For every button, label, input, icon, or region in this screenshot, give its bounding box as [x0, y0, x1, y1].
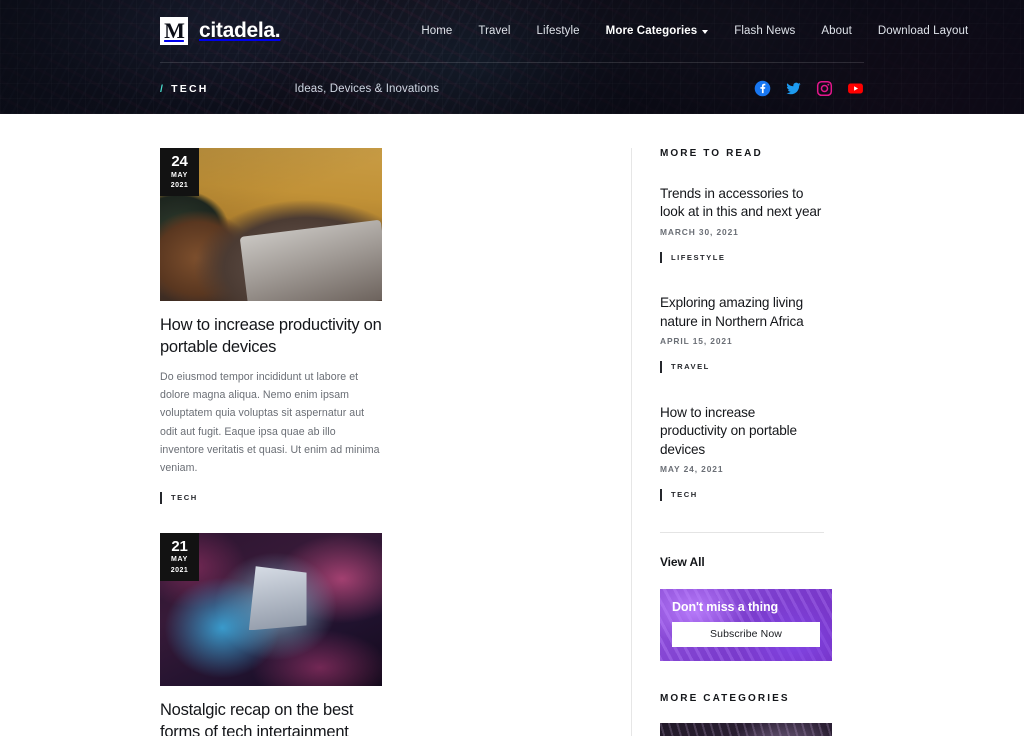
sidebar-article-date: MARCH 30, 2021 — [660, 226, 739, 237]
sidebar-article-title[interactable]: Trends in accessories to look at in this… — [660, 185, 824, 222]
chevron-down-icon — [702, 29, 709, 34]
sidebar-article-date: MAY 24, 2021 — [660, 464, 724, 475]
subscribe-promo-title: Don't miss a thing — [672, 599, 779, 614]
youtube-icon — [848, 83, 863, 94]
nav-item-lifestyle[interactable]: Lifestyle — [537, 25, 580, 37]
date-day: 21 — [171, 537, 188, 555]
article-tag[interactable]: TECH — [160, 492, 198, 504]
instagram-link[interactable] — [816, 80, 833, 97]
page-tagline: Ideas, Devices & Inovations — [294, 82, 440, 95]
sidebar-article-tags: TRAVEL — [660, 361, 824, 373]
breadcrumb-slash: / — [160, 82, 166, 95]
logo-mark-icon: M — [160, 17, 188, 45]
nav-item-about[interactable]: About — [821, 25, 852, 37]
date-month: MAY — [170, 171, 188, 179]
youtube-link[interactable] — [847, 80, 864, 97]
sidebar-article-tags: LIFESTYLE — [660, 251, 824, 264]
subscribe-promo-card[interactable]: Don't miss a thing Subscribe Now — [660, 588, 832, 661]
header-bottom-bar: / TECH Ideas, Devices & Inovations — [0, 63, 1024, 114]
page-body: 24 MAY 2021 How to increase productivity… — [0, 114, 1024, 736]
date-badge: 24 MAY 2021 — [160, 148, 199, 196]
nav-item-home[interactable]: Home — [421, 25, 452, 37]
sidebar-article-tag[interactable]: TRAVEL — [660, 361, 710, 373]
nav-item-about-label: About — [821, 25, 852, 37]
article-grid: 24 MAY 2021 How to increase productivity… — [160, 148, 632, 736]
sidebar-article-tag[interactable]: TECH — [660, 489, 698, 501]
category-promo-kicker: WEEKLY — [660, 723, 832, 736]
category-promo-card[interactable]: WEEKLY Tech, Gadgets & Services — [660, 722, 832, 736]
sidebar-article-item[interactable]: Trends in accessories to look at in this… — [660, 185, 824, 264]
header-top-bar: M citadela. Home Travel Lifestyle More C… — [0, 0, 1024, 62]
sidebar-heading-more-categories: MORE CATEGORIES — [660, 692, 790, 704]
article-thumbnail[interactable]: 24 MAY 2021 — [160, 148, 382, 301]
sidebar-article-title[interactable]: Exploring amazing living nature in North… — [660, 294, 824, 331]
nav-item-more-categories-label: More Categories — [605, 25, 698, 37]
nav-item-lifestyle-label: Lifestyle — [536, 25, 580, 37]
brand-logo-link[interactable]: M citadela. — [160, 17, 281, 45]
date-year: 2021 — [170, 566, 189, 574]
nav-item-travel[interactable]: Travel — [478, 25, 510, 37]
date-month: MAY — [170, 556, 188, 564]
sidebar-divider — [660, 531, 824, 533]
sidebar-article-tag[interactable]: LIFESTYLE — [660, 251, 725, 264]
facebook-icon — [754, 80, 771, 97]
sidebar: MORE TO READ Trends in accessories to lo… — [632, 148, 832, 736]
site-header: M citadela. Home Travel Lifestyle More C… — [0, 0, 1024, 114]
sidebar-article-date: APRIL 15, 2021 — [660, 336, 733, 347]
brand-name: citadela. — [199, 19, 281, 42]
date-year: 2021 — [170, 181, 189, 189]
date-day: 24 — [171, 153, 188, 170]
sidebar-article-item[interactable]: How to increase productivity on portable… — [660, 404, 824, 501]
article-excerpt: Do eiusmod tempor incididunt ut labore e… — [160, 370, 380, 474]
nav-item-download-layout-label: Download Layout — [877, 25, 969, 37]
sidebar-article-tags: TECH — [660, 489, 824, 501]
article-tags: TECH — [160, 492, 382, 504]
facebook-link[interactable] — [754, 80, 771, 97]
nav-item-more-categories[interactable]: More Categories — [606, 25, 709, 37]
nav-item-download-layout[interactable]: Download Layout — [878, 25, 968, 37]
date-badge: 21 MAY 2021 — [160, 532, 199, 581]
nav-item-flash-news[interactable]: Flash News — [734, 25, 795, 37]
article-title[interactable]: How to increase productivity on portable… — [160, 315, 382, 359]
view-all-link[interactable]: View All — [660, 555, 824, 569]
breadcrumb: / TECH — [160, 83, 209, 95]
subscribe-now-button[interactable]: Subscribe Now — [672, 621, 820, 647]
article-card[interactable]: 24 MAY 2021 How to increase productivity… — [160, 148, 382, 504]
article-card[interactable]: 21 MAY 2021 Nostalgic recap on the best … — [160, 532, 382, 736]
sidebar-article-item[interactable]: Exploring amazing living nature in North… — [660, 294, 824, 373]
twitter-link[interactable] — [785, 80, 802, 97]
main-navigation: Home Travel Lifestyle More Categories Fl… — [421, 25, 968, 37]
breadcrumb-category[interactable]: TECH — [171, 83, 208, 95]
article-title[interactable]: Nostalgic recap on the best forms of tec… — [160, 700, 382, 736]
social-links — [754, 80, 864, 97]
nav-item-travel-label: Travel — [478, 25, 511, 37]
nav-item-flash-news-label: Flash News — [734, 25, 796, 37]
instagram-icon — [816, 80, 833, 97]
sidebar-article-title[interactable]: How to increase productivity on portable… — [660, 404, 824, 459]
sidebar-heading-more-to-read: MORE TO READ — [660, 148, 763, 159]
nav-item-home-label: Home — [421, 25, 453, 37]
article-thumbnail[interactable]: 21 MAY 2021 — [160, 532, 382, 686]
twitter-icon — [786, 82, 801, 95]
